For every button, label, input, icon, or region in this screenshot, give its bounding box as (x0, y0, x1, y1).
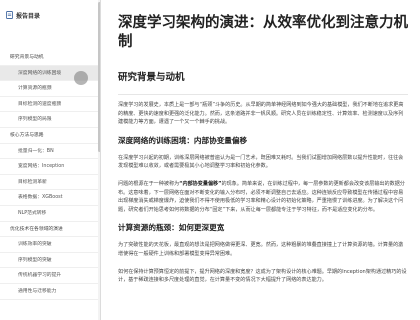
paragraph: 如何在保持计算预算恒定的前提下，提升网络的深度和宽度？这成为了架构设计的核心难题… (118, 268, 407, 284)
sidebar-item[interactable]: 训练效率的突破 (0, 237, 100, 253)
sidebar-title: 报告目录 (16, 12, 41, 20)
sidebar-item[interactable]: 目标检测的速度瓶颈 (0, 97, 100, 113)
paragraph: 问题的根源在于一种被称为“内部协变量偏移”的现象。简单来说，在训练过程中，每一层… (118, 180, 408, 214)
subsection-heading: 计算资源的瓶颈：如何更深更宽 (118, 223, 225, 233)
sidebar-item[interactable]: 传统机器学习的提升 (0, 268, 100, 284)
sidebar-item[interactable]: 表格数据：XGBoost (0, 190, 100, 206)
section-heading: 研究背景与动机 (118, 72, 185, 83)
sidebar-item[interactable]: 通用性与迁移能力 (0, 284, 100, 300)
key-term: “内部协变量偏移” (179, 180, 222, 187)
sidebar-item[interactable]: NLP范式转移 (0, 206, 100, 222)
sidebar: 报告目录 研究背景与动机 深度网络的训练困境 计算资源的瓶颈 目标检测的速度瓶颈 序列模… (0, 0, 101, 320)
sidebar-item[interactable]: 序列模型的局限 (0, 112, 100, 128)
sidebar-item[interactable]: 宽度网络：Inception (0, 159, 100, 175)
sidebar-item[interactable]: 序列模型的突破 (0, 253, 100, 269)
sidebar-item[interactable]: 优化技术在各领域的演进 (0, 222, 100, 238)
sidebar-header: 报告目录 (0, 0, 100, 30)
sidebar-item[interactable]: 核心方法与思路 (0, 128, 100, 144)
section-divider (118, 94, 408, 95)
sidebar-item[interactable]: 目标检测革新 (0, 175, 100, 191)
paragraph: 深度学习的发展史，本质上是一部与“瓶颈”斗争的历史。从早期的简单神经网络到如今强… (118, 102, 404, 126)
sidebar-item[interactable]: 批量归一化：BN (0, 144, 100, 160)
paragraph-text: 问题的根源在于一种被称为 (118, 180, 180, 187)
main-content: 深度学习架构的演进：从效率优化到注意力机制 研究背景与动机 深度学习的发展史，本… (101, 0, 420, 320)
paragraph: 在深度学习兴起的初期，训练深层网络被普遍认为是一门艺术，既困难又耗时。当我们试图… (118, 154, 404, 170)
paragraph: 为了突破性能的天花板，最直观的想法是把网络做得更深、更宽。然而，这种粗暴的堆叠直… (118, 242, 404, 257)
document-icon (6, 11, 13, 19)
mouse-cursor (74, 71, 88, 85)
bottom-fade (101, 294, 420, 320)
page-title: 深度学习架构的演进：从效率优化到注意力机制 (118, 15, 408, 50)
sidebar-item[interactable]: 研究背景与动机 (0, 50, 100, 66)
toc-list: 研究背景与动机 深度网络的训练困境 计算资源的瓶颈 目标检测的速度瓶颈 序列模型的局限核… (0, 30, 100, 300)
subsection-heading: 深度网络的训练困境：内部协变量偏移 (118, 135, 248, 145)
